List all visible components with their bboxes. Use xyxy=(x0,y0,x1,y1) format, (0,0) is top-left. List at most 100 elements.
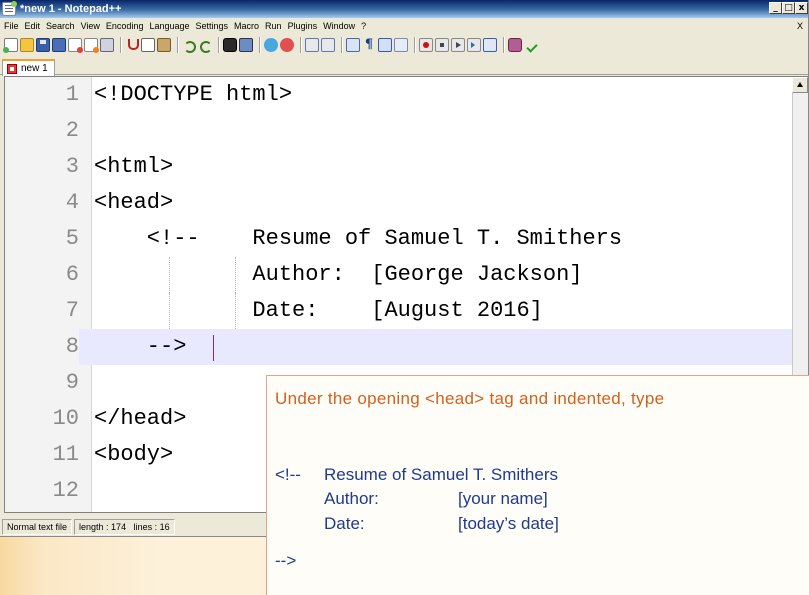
replace-icon[interactable] xyxy=(239,38,253,52)
show-all-characters-icon[interactable]: ¶ xyxy=(362,38,376,52)
callout-date-label: Date: xyxy=(324,514,365,533)
tab-new-1[interactable]: new 1 xyxy=(2,59,55,76)
line-number: 3 xyxy=(65,154,79,179)
line-number: 2 xyxy=(65,118,79,143)
status-lines: lines : 16 xyxy=(133,522,170,532)
sync-horizontal-icon[interactable] xyxy=(321,38,335,52)
copy-icon[interactable] xyxy=(141,38,155,52)
run-macro-multiple-icon[interactable] xyxy=(467,38,481,52)
menu-encoding[interactable]: Encoding xyxy=(106,21,144,31)
toolbar-separator xyxy=(503,37,504,53)
menu-bar: File Edit Search View Encoding Language … xyxy=(0,19,808,33)
save-macro-icon[interactable] xyxy=(483,38,497,52)
print-icon[interactable] xyxy=(100,38,114,52)
callout-comment-open: <!-- xyxy=(275,465,301,484)
code-text: Author: [George Jackson] xyxy=(94,262,583,287)
save-all-icon[interactable] xyxy=(52,38,66,52)
sync-vertical-icon[interactable] xyxy=(305,38,319,52)
fold-icon[interactable] xyxy=(394,38,408,52)
unsaved-file-icon xyxy=(7,63,17,74)
toolbar-separator xyxy=(120,37,121,53)
menu-help[interactable]: ? xyxy=(361,21,366,31)
editor-line: 4 <head> xyxy=(5,185,793,221)
close-all-icon[interactable] xyxy=(84,38,99,53)
toolbar-separator xyxy=(218,37,219,53)
line-number: 8 xyxy=(5,329,79,365)
launch-icon[interactable] xyxy=(508,38,522,52)
toolbar-separator xyxy=(300,37,301,53)
menu-language[interactable]: Language xyxy=(149,21,189,31)
tab-label: new 1 xyxy=(21,63,48,74)
menu-search[interactable]: Search xyxy=(46,21,75,31)
word-wrap-icon[interactable] xyxy=(346,38,360,52)
spell-check-icon[interactable] xyxy=(524,38,538,52)
code-text: --> xyxy=(94,334,187,359)
save-icon[interactable] xyxy=(36,38,50,52)
callout-comment-close: --> xyxy=(275,551,297,570)
line-number: 7 xyxy=(65,298,79,323)
callout-instruction: Under the opening <head> tag and indente… xyxy=(275,389,665,408)
new-file-icon[interactable] xyxy=(3,38,18,53)
title-bar[interactable]: *new 1 - Notepad++ _ □ x xyxy=(0,0,808,18)
toolbar-separator xyxy=(341,37,342,53)
code-text: <!-- Resume of Samuel T. Smithers xyxy=(94,226,623,251)
menu-file[interactable]: File xyxy=(4,21,19,31)
status-file-type: Normal text file xyxy=(2,519,73,535)
scroll-up-arrow-icon[interactable] xyxy=(792,77,808,93)
line-number: 11 xyxy=(52,442,79,467)
close-icon[interactable] xyxy=(68,38,83,53)
tab-bar: new 1 xyxy=(0,57,808,76)
paste-icon[interactable] xyxy=(157,38,171,52)
code-text: <!DOCTYPE html> xyxy=(94,82,293,107)
menu-plugins[interactable]: Plugins xyxy=(288,21,318,31)
toolbar-separator xyxy=(414,37,415,53)
editor-line: 7 Date: [August 2016] xyxy=(5,293,793,329)
line-number: 1 xyxy=(65,82,79,107)
code-text: Date: [August 2016] xyxy=(94,298,543,323)
undo-icon[interactable] xyxy=(182,38,196,53)
stop-macro-icon[interactable] xyxy=(435,38,449,52)
menu-window[interactable]: Window xyxy=(323,21,355,31)
menu-edit[interactable]: Edit xyxy=(25,21,41,31)
play-macro-icon[interactable] xyxy=(451,38,465,52)
code-text: <head> xyxy=(94,190,174,215)
indent-guide-icon[interactable] xyxy=(378,38,392,52)
editor-line-current: 8 --> xyxy=(5,329,793,365)
callout-author-label: Author: xyxy=(324,489,379,508)
line-number: 9 xyxy=(65,370,79,395)
callout-author-value: [your name] xyxy=(458,489,548,508)
editor-line: 1 <!DOCTYPE html> xyxy=(5,77,793,113)
editor-line: 3 <html> xyxy=(5,149,793,185)
status-length: length : 174 xyxy=(79,522,127,532)
cut-icon[interactable] xyxy=(125,38,139,52)
menu-macro[interactable]: Macro xyxy=(234,21,259,31)
window-title: *new 1 - Notepad++ xyxy=(20,3,122,15)
menu-view[interactable]: View xyxy=(81,21,100,31)
line-number: 6 xyxy=(65,262,79,287)
status-length-lines: length : 174 lines : 16 xyxy=(74,519,175,535)
record-macro-icon[interactable] xyxy=(419,38,433,52)
callout-date-value: [today’s date] xyxy=(458,514,559,533)
code-text: <html> xyxy=(94,154,174,179)
close-document-button[interactable]: X xyxy=(797,19,803,33)
line-number: 4 xyxy=(65,190,79,215)
open-file-icon[interactable] xyxy=(20,38,34,52)
zoom-in-icon[interactable] xyxy=(264,38,278,52)
text-caret xyxy=(213,335,214,361)
toolbar: ¶ xyxy=(0,34,808,56)
menu-settings[interactable]: Settings xyxy=(196,21,229,31)
redo-icon[interactable] xyxy=(198,38,212,53)
editor-line: 2 xyxy=(5,113,793,149)
find-icon[interactable] xyxy=(223,38,237,52)
minimize-button[interactable]: _ xyxy=(769,2,782,14)
close-window-button[interactable]: x xyxy=(795,2,808,14)
notepad-app-icon[interactable] xyxy=(2,1,17,16)
zoom-out-icon[interactable] xyxy=(280,38,294,52)
line-number: 5 xyxy=(65,226,79,251)
menu-run[interactable]: Run xyxy=(265,21,282,31)
code-text: <body> xyxy=(94,442,174,467)
editor-line: 5 <!-- Resume of Samuel T. Smithers xyxy=(5,221,793,257)
toolbar-separator xyxy=(177,37,178,53)
maximize-button[interactable]: □ xyxy=(782,2,795,14)
editor-line: 6 Author: [George Jackson] xyxy=(5,257,793,293)
